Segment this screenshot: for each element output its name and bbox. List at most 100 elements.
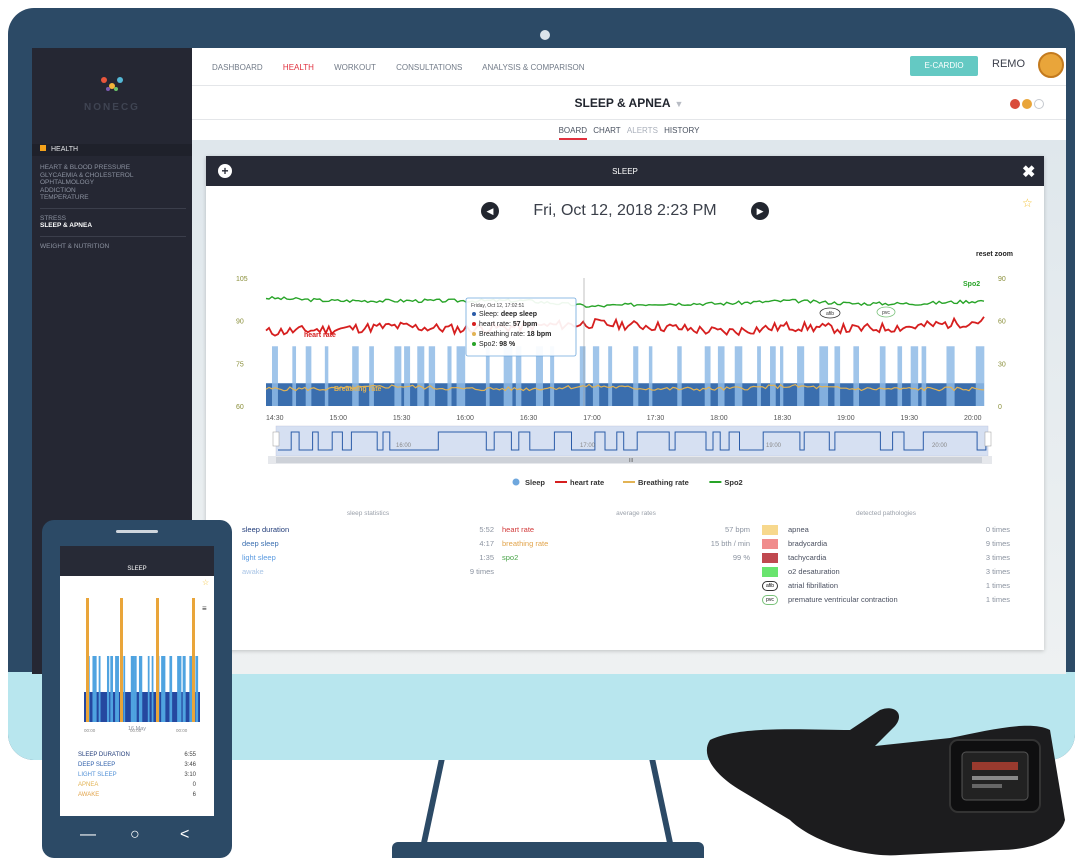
light-sleep-bar [819, 346, 829, 406]
add-patient-icon[interactable] [1034, 99, 1044, 109]
sidebar-section-label: HEALTH [51, 146, 79, 153]
user-avatar[interactable] [1038, 52, 1064, 78]
phone-home-icon[interactable]: ○ [130, 826, 140, 844]
nav-consultations[interactable]: CONSULTATIONS [396, 63, 462, 72]
svg-text:heart rate: 57 bpm: heart rate: 57 bpm [479, 321, 537, 328]
legend-symbol [512, 478, 520, 486]
sleep-chart[interactable]: reset zoom 105 90 75 60 90 60 30 0 14:30 15:00 15:… [206, 248, 1044, 498]
phone-light-sleep-bar [106, 656, 110, 722]
nav-dashboard[interactable]: DASHBOARD [212, 63, 263, 72]
tab-history[interactable]: HISTORY [664, 126, 699, 135]
tab-alerts[interactable]: ALERTS [627, 126, 658, 135]
chart-legend: Sleep heart rate Breathing rate Spo2 [512, 478, 743, 487]
stat-label: light sleep [242, 553, 276, 562]
close-icon[interactable]: ✖ [1022, 162, 1035, 182]
y-right-tick-label: 30 [998, 361, 1006, 368]
phone-favorite-star-icon[interactable]: ☆ [202, 578, 209, 587]
page-title-dropdown[interactable]: SLEEP & APNEA ▼ [192, 96, 1066, 110]
phone-light-sleep-bar [169, 656, 173, 722]
tooltip-sleep-value: deep sleep [501, 311, 537, 318]
stat-label: awake [242, 567, 264, 576]
phone-title: SLEEP [127, 566, 147, 572]
pathology-value: 9 times [985, 539, 1010, 548]
heart-rate-line [265, 316, 985, 337]
e-cardio-button[interactable]: E-CARDIO [910, 56, 978, 76]
sidebar-menu: HEART & BLOOD PRESSURE GLYCAEMIA & CHOLE… [40, 164, 186, 250]
pvc-badge: pvc [762, 595, 778, 605]
patient-avatars [1010, 96, 1046, 114]
phone-screen: SLEEP ☆ ≡ 00:00 00:00 00:00 16 May SLEEP D… [60, 546, 214, 816]
pvc-marker[interactable]: pvc [876, 306, 896, 318]
patient-avatar[interactable] [1010, 99, 1020, 109]
sidebar-item-weight[interactable]: WEIGHT & NUTRITION [40, 243, 186, 251]
navigator-right-handle[interactable] [984, 431, 992, 447]
monitor-stand-base [392, 842, 704, 858]
pathology-label: atrial fibrillation [788, 581, 839, 590]
phone-device: SLEEP ☆ ≡ 00:00 00:00 00:00 16 May SLEEP D… [42, 520, 232, 858]
y-left-tick-label: 90 [236, 319, 244, 326]
navigator-time-label: 20:00 [932, 443, 948, 449]
navigator-left-handle[interactable] [272, 431, 280, 447]
sidebar-section-health[interactable]: HEALTH [32, 144, 192, 156]
user-name[interactable]: REMO [992, 58, 1025, 70]
sidebar-item-heart[interactable]: HEART & BLOOD PRESSURE [40, 164, 186, 172]
tab-board[interactable]: BOARD [558, 126, 588, 140]
phone-light-sleep-bar [182, 656, 186, 722]
tooltip-spo2-value: 98 % [499, 341, 516, 348]
pathology-label: bradycardia [788, 539, 828, 548]
light-sleep-bar [292, 346, 297, 406]
page-header: SLEEP & APNEA ▼ [192, 86, 1066, 120]
light-sleep-bar [910, 346, 919, 406]
rate-label: breathing rate [502, 539, 549, 548]
o2-desaturation-swatch [762, 567, 778, 577]
pathology-value: 3 times [985, 553, 1010, 562]
pathology-label: premature ventricular contraction [788, 595, 898, 604]
sidebar-item-stress[interactable]: STRESS [40, 215, 186, 223]
sleep-panel: + SLEEP ✖ ☆ ◀ Fri, Oct 12, 2018 2:23 PM … [206, 156, 1044, 650]
rate-label: spo2 [502, 553, 519, 562]
light-sleep-bar [394, 346, 402, 406]
sidebar-item-addiction[interactable]: ADDICTION [40, 187, 186, 195]
light-sleep-bar [946, 346, 955, 406]
light-sleep-bar [717, 346, 725, 406]
sidebar-item-ophtalmology[interactable]: OPHTALMOLOGY [40, 179, 186, 187]
light-sleep-bar [897, 346, 903, 406]
light-sleep-bar [677, 346, 682, 406]
previous-day-icon[interactable]: ◀ [480, 202, 499, 220]
sidebar-item-temperature[interactable]: TEMPERATURE [40, 194, 186, 202]
brand-logo-icon [101, 77, 123, 91]
reset-zoom-button[interactable]: reset zoom [976, 251, 1013, 258]
nav-workout[interactable]: WORKOUT [334, 63, 376, 72]
phone-back-icon[interactable]: < [180, 826, 189, 844]
phone-stat-label: DEEP SLEEP [78, 762, 116, 768]
tab-chart[interactable]: CHART [593, 126, 620, 135]
next-day-icon[interactable]: ▶ [751, 202, 770, 220]
nav-health[interactable]: HEALTH [283, 63, 314, 72]
phone-stat-label: AWAKE [78, 792, 100, 798]
afib-marker-label: afib [826, 311, 834, 317]
chart-navigator[interactable]: 16:00 17:00 19:00 20:00 III [268, 425, 992, 464]
x-tick-label: 17:30 [647, 415, 665, 422]
tooltip-spo2-label: Spo2: [479, 341, 497, 348]
afib-marker[interactable]: afib [819, 307, 841, 319]
sidebar-item-glycaemia[interactable]: GLYCAEMIA & CHOLESTEROL [40, 172, 186, 180]
phone-light-sleep-bar [161, 656, 166, 722]
nav-analysis[interactable]: ANALYSIS & COMPARISON [482, 63, 584, 72]
x-tick-label: 14:30 [266, 415, 284, 422]
phone-stat-row: LIGHT SLEEP 3:10 [78, 770, 196, 780]
light-sleep-bar [975, 346, 985, 406]
light-sleep-bar [704, 346, 711, 406]
light-sleep-bar [272, 346, 278, 406]
light-sleep-bar [305, 346, 312, 406]
sidebar-divider [40, 207, 186, 209]
patient-avatar[interactable] [1022, 99, 1032, 109]
stat-value: 1:35 [479, 553, 494, 562]
phone-awake-bar [192, 598, 195, 722]
light-sleep-bar [579, 346, 586, 406]
sidebar-item-sleep-apnea[interactable]: SLEEP & APNEA [40, 222, 186, 230]
detected-pathologies-title: detected pathologies [856, 510, 916, 517]
stat-value: 5:52 [479, 525, 494, 534]
x-tick-label: 16:00 [456, 415, 474, 422]
phone-minus-icon[interactable]: — [80, 826, 96, 844]
tachycardia-swatch [762, 553, 778, 563]
